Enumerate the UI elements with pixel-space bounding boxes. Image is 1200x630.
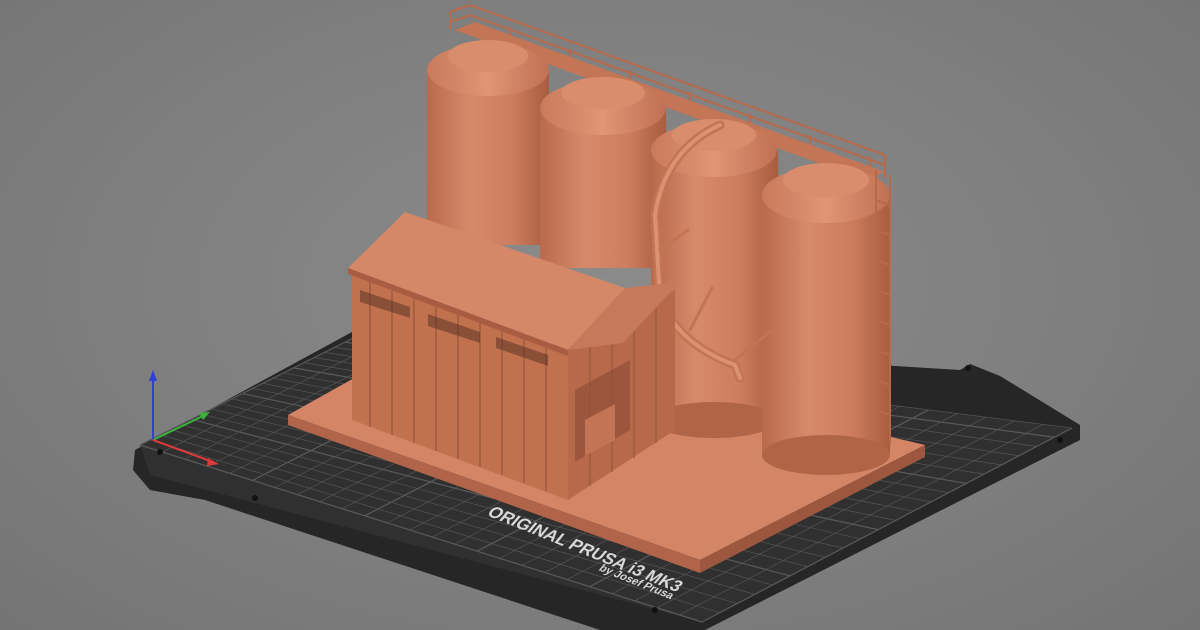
silo-1 (427, 40, 549, 245)
silo-4 (762, 163, 890, 475)
z-axis-arrow-icon (149, 370, 157, 381)
bed-mount-hole (1057, 437, 1063, 443)
bed-mount-hole (652, 607, 658, 613)
3d-viewport[interactable]: ORIGINAL PRUSA i3 MK3 by Josef Prusa (0, 0, 1200, 630)
bed-mount-hole (965, 365, 971, 371)
scene-canvas[interactable]: ORIGINAL PRUSA i3 MK3 by Josef Prusa (0, 0, 1200, 630)
silo-2 (540, 77, 666, 268)
bed-mount-hole (252, 495, 258, 501)
bed-mount-hole (157, 449, 163, 455)
